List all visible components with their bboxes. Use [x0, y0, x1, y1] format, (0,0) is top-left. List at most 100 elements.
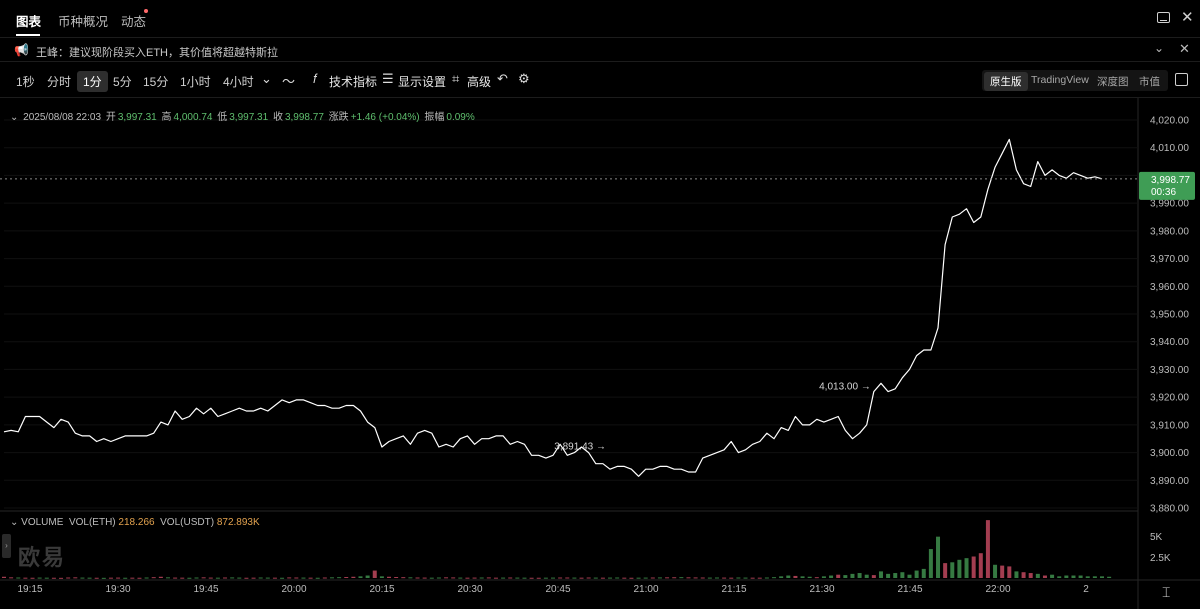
timeframe-1m[interactable]: 1分 [77, 71, 108, 92]
time-tick-label: 21:30 [809, 584, 834, 595]
volume-bar [308, 577, 313, 579]
volume-bar [593, 577, 598, 579]
volume-bar [472, 577, 477, 579]
volume-bar [187, 577, 192, 579]
volume-bar [280, 577, 285, 579]
indicators-button[interactable]: 技术指标 [329, 73, 377, 90]
timeframe-5m[interactable]: 5分 [113, 73, 132, 90]
volume-bar [94, 577, 99, 579]
volume-bar [493, 577, 498, 579]
time-tick-label: 22:00 [985, 584, 1010, 595]
view-depth[interactable]: 深度图 [1097, 74, 1129, 89]
gear-icon[interactable]: ⚙ [518, 71, 530, 87]
volume-bar [964, 558, 969, 578]
volume-bar [1035, 573, 1040, 578]
volume-bar [843, 575, 848, 578]
view-tradingview[interactable]: TradingView [1031, 74, 1089, 86]
volume-bar [729, 577, 734, 579]
volume-bar [465, 577, 470, 579]
volume-bar [372, 570, 377, 578]
indicator-icon: 𝑓 [313, 71, 318, 86]
volume-bar [807, 576, 812, 578]
high-value: 4,000.74 [173, 112, 213, 123]
volume-bar [821, 576, 826, 578]
top-nav: 图表 币种概况 动态 ✕ [0, 0, 1200, 38]
time-tick-label: 21:45 [897, 584, 922, 595]
advanced-button[interactable]: 高级 [467, 73, 491, 90]
volume-tick-label: 5K [1150, 532, 1163, 543]
timeframe-1h[interactable]: 1小时 [180, 73, 211, 90]
volume-bar [985, 520, 990, 578]
volume-bar [358, 576, 363, 578]
fullscreen-icon[interactable] [1175, 73, 1188, 86]
volume-bar [522, 577, 527, 579]
display-settings-button[interactable]: 显示设置 [398, 73, 446, 90]
volume-bar [907, 574, 912, 578]
close-label: 收 [272, 112, 283, 123]
volume-bar [287, 577, 292, 579]
volume-bar [508, 577, 513, 579]
volume-bar [950, 562, 955, 578]
chevron-down-icon[interactable]: ⌄ [1154, 41, 1164, 55]
volume-bar [693, 577, 698, 579]
line-chart-icon[interactable]: 〜 [282, 71, 295, 90]
low-label: 低 [217, 112, 228, 123]
volume-bar [1100, 576, 1104, 578]
amplitude-value: 0.09% [446, 112, 475, 123]
volume-bar [322, 577, 327, 579]
volume-bar [123, 577, 128, 579]
volume-bar [2, 576, 6, 578]
sidebar-toggle-handle[interactable]: › [2, 534, 11, 558]
chevron-down-icon[interactable]: ⌄ [261, 71, 272, 87]
price-tick-label: 3,990.00 [1150, 199, 1189, 210]
volume-bar [66, 577, 71, 579]
volume-bar [764, 577, 769, 579]
volume-bar [871, 575, 876, 578]
price-tick-label: 3,900.00 [1150, 448, 1189, 459]
text-cursor-icon[interactable]: ⌶ [1162, 584, 1170, 601]
tab-chart[interactable]: 图表 [16, 11, 41, 30]
volume-bar [258, 577, 263, 579]
volume-bar [451, 577, 456, 579]
timeframe-line[interactable]: 分时 [47, 73, 71, 90]
volume-bar [401, 577, 406, 579]
volume-bar [772, 577, 777, 579]
price-chart[interactable]: 4,020.004,010.004,000.003,990.003,980.00… [0, 98, 1200, 609]
volume-bar [700, 577, 705, 579]
current-price-label: 3,998.77 [1151, 175, 1190, 186]
volume-bar [657, 577, 662, 579]
volume-bar [37, 577, 42, 579]
tab-news[interactable]: 动态 [121, 11, 146, 30]
timeframe-4h[interactable]: 4小时 [223, 73, 254, 90]
volume-bar [707, 577, 712, 579]
volume-bar [757, 577, 762, 579]
high-label: 高 [161, 112, 172, 123]
close-icon[interactable]: ✕ [1181, 8, 1194, 26]
volume-bar [750, 577, 755, 579]
volume-bar [230, 577, 235, 579]
tab-coin-overview[interactable]: 币种概况 [58, 11, 108, 30]
volume-bar [1078, 575, 1083, 578]
volume-bar [943, 563, 948, 578]
volume-bar [144, 577, 149, 579]
volume-bar [130, 577, 135, 579]
volume-bar [479, 577, 484, 579]
volume-bar [1064, 575, 1069, 578]
collapse-chevron-icon[interactable]: ⌄ [10, 112, 18, 123]
close-ticker-icon[interactable]: ✕ [1179, 41, 1190, 57]
layout-icon[interactable] [1157, 12, 1170, 23]
volume-bar [265, 577, 270, 579]
view-native[interactable]: 原生版 [984, 72, 1028, 91]
collapse-chevron-icon[interactable]: ⌄ [10, 517, 18, 528]
timeframe-1s[interactable]: 1秒 [16, 73, 35, 90]
news-text[interactable]: 王峰：建议现阶段买入ETH，其价值将超越特斯拉 [36, 44, 278, 60]
news-ticker: 📢 王峰：建议现阶段买入ETH，其价值将超越特斯拉 ⌄ ✕ [0, 38, 1200, 62]
view-market-cap[interactable]: 市值 [1139, 74, 1160, 89]
volume-bar [978, 553, 983, 578]
undo-icon[interactable]: ↶ [497, 71, 508, 87]
volume-bar [600, 577, 605, 579]
volume-bar [993, 564, 998, 578]
timeframe-15m[interactable]: 15分 [143, 73, 168, 90]
volume-bar [608, 577, 613, 579]
volume-bar [893, 573, 898, 578]
